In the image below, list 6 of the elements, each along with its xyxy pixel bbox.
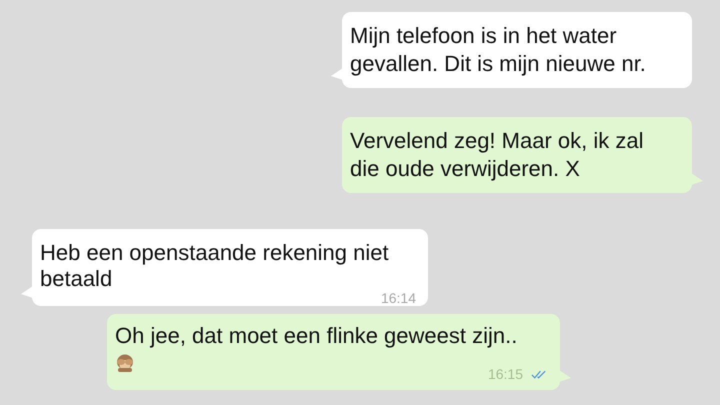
message-time: 16:14: [380, 292, 416, 304]
message-time: 16:15: [488, 366, 523, 382]
message-text: Mijn telefoon is in het water gevallen. Dit is mijn nieuwe nr.: [350, 22, 647, 78]
message-text: Vervelend zeg! Maar ok, ik zal die oude verwijderen. X: [350, 127, 644, 183]
message-text: Heb een openstaande rekening niet betaald: [40, 240, 390, 292]
message-text: Oh jee, dat moet een flinke geweest zijn..: [115, 322, 518, 350]
